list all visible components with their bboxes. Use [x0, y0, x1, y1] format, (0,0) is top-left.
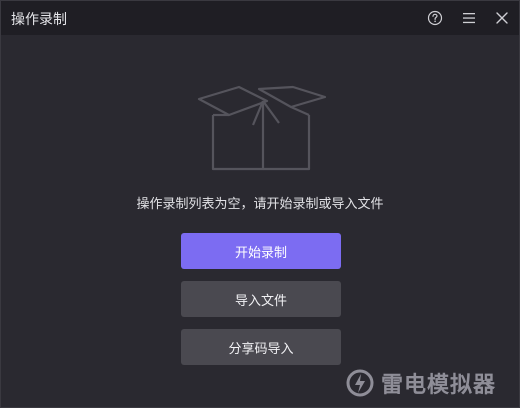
help-circle-icon — [427, 10, 443, 26]
help-button[interactable] — [425, 8, 445, 28]
titlebar: 操作录制 — [1, 1, 519, 35]
share-code-import-button[interactable]: 分享码导入 — [181, 329, 341, 365]
close-button[interactable] — [492, 8, 512, 28]
start-recording-button[interactable]: 开始录制 — [181, 233, 341, 269]
ldplayer-watermark: 雷电模拟器 — [345, 365, 496, 401]
operation-recording-window: 操作录制 操作录制列表为空，请开始录制或导入文件 开始录制 导入文件 分享码导入… — [0, 0, 520, 408]
watermark-text: 雷电模拟器 — [381, 373, 497, 398]
ldplayer-logo-icon — [346, 369, 374, 397]
empty-state-message: 操作录制列表为空，请开始录制或导入文件 — [136, 197, 384, 212]
open-box-icon — [197, 85, 327, 171]
menu-button[interactable] — [459, 8, 479, 28]
import-file-button[interactable]: 导入文件 — [181, 281, 341, 317]
window-title: 操作录制 — [11, 12, 67, 28]
hamburger-menu-icon — [463, 13, 475, 24]
close-icon — [496, 12, 508, 24]
